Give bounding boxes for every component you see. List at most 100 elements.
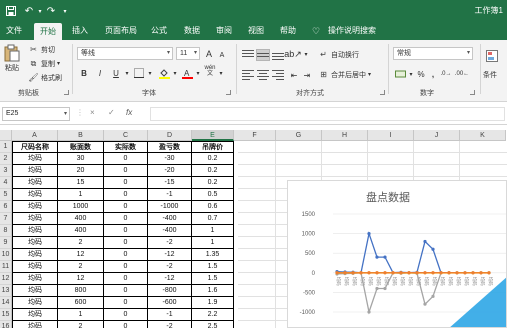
decrease-decimal-icon[interactable]: .00←: [455, 68, 469, 80]
table-cell[interactable]: 0: [104, 153, 148, 165]
table-cell[interactable]: 均码: [12, 285, 58, 297]
table-cell[interactable]: -2: [148, 237, 192, 249]
row-header-2[interactable]: 2: [0, 153, 12, 165]
comma-style-button[interactable]: ,: [427, 68, 439, 80]
customize-quick-access-icon[interactable]: ▾: [58, 4, 72, 18]
tab-review[interactable]: 审阅: [210, 22, 238, 40]
formula-input[interactable]: [150, 107, 505, 121]
wrap-text-button[interactable]: ↵ 自动换行: [318, 49, 359, 60]
select-all-corner[interactable]: [0, 130, 12, 141]
table-cell[interactable]: 0.2: [192, 153, 234, 165]
row-header-6[interactable]: 6: [0, 201, 12, 213]
table-cell[interactable]: -400: [148, 225, 192, 237]
table-cell[interactable]: -12: [148, 249, 192, 261]
row-header-15[interactable]: 15: [0, 309, 12, 321]
column-header-b[interactable]: B: [58, 130, 104, 141]
table-cell[interactable]: 均码: [12, 309, 58, 321]
row-header-11[interactable]: 11: [0, 261, 12, 273]
table-cell[interactable]: 0: [104, 225, 148, 237]
column-title-cell[interactable]: 盈亏数: [148, 141, 192, 153]
fill-color-dropdown-icon[interactable]: ▾: [169, 67, 181, 79]
table-cell[interactable]: 0.5: [192, 189, 234, 201]
enter-icon[interactable]: ✓: [108, 108, 115, 117]
column-title-cell[interactable]: 吊牌价: [192, 141, 234, 153]
row-header-16[interactable]: 16: [0, 321, 12, 328]
tab-view[interactable]: 视图: [242, 22, 270, 40]
clipboard-launcher-icon[interactable]: [64, 90, 69, 95]
increase-decimal-icon[interactable]: .0→: [440, 68, 452, 80]
increase-font-size-button[interactable]: A: [203, 48, 215, 60]
tab-home[interactable]: 开始: [34, 23, 62, 40]
table-cell[interactable]: 800: [58, 285, 104, 297]
row-header-13[interactable]: 13: [0, 285, 12, 297]
orientation-dropdown-icon[interactable]: ▾: [300, 48, 312, 60]
table-cell[interactable]: 400: [58, 225, 104, 237]
align-left-icon[interactable]: [242, 70, 254, 80]
row-header-3[interactable]: 3: [0, 165, 12, 177]
tab-help[interactable]: 帮助: [274, 22, 302, 40]
table-cell[interactable]: 0.6: [192, 201, 234, 213]
save-icon[interactable]: [4, 4, 18, 18]
borders-dropdown-icon[interactable]: ▾: [144, 67, 156, 79]
table-cell[interactable]: 1: [58, 309, 104, 321]
orientation-icon[interactable]: ab↗: [284, 48, 302, 60]
table-cell[interactable]: 2: [58, 237, 104, 249]
table-cell[interactable]: 0: [104, 165, 148, 177]
cancel-icon[interactable]: ×: [90, 108, 95, 117]
percent-button[interactable]: %: [415, 68, 427, 80]
column-header-c[interactable]: C: [104, 130, 148, 141]
table-cell[interactable]: 0: [104, 309, 148, 321]
table-cell[interactable]: 1: [192, 225, 234, 237]
row-header-9[interactable]: 9: [0, 237, 12, 249]
table-cell[interactable]: 0.2: [192, 177, 234, 189]
row-header-5[interactable]: 5: [0, 189, 12, 201]
row-header-14[interactable]: 14: [0, 297, 12, 309]
table-cell[interactable]: 0: [104, 177, 148, 189]
table-cell[interactable]: 0: [104, 297, 148, 309]
tab-file[interactable]: 文件: [0, 22, 28, 40]
row-header-7[interactable]: 7: [0, 213, 12, 225]
table-cell[interactable]: 12: [58, 249, 104, 261]
line-chart[interactable]: 盘点数据 1500 1000 500 0 -500 -1000 均码 均码 均码 均码 均码 均码 均码…: [287, 180, 507, 328]
table-cell[interactable]: 均码: [12, 165, 58, 177]
tell-me-search[interactable]: 操作说明搜索: [324, 22, 380, 40]
table-cell[interactable]: 0: [104, 201, 148, 213]
row-header-10[interactable]: 10: [0, 249, 12, 261]
table-cell[interactable]: -2: [148, 261, 192, 273]
align-center-icon[interactable]: [257, 70, 269, 80]
column-header-d[interactable]: D: [148, 130, 192, 141]
table-cell[interactable]: 均码: [12, 225, 58, 237]
table-cell[interactable]: 2: [58, 261, 104, 273]
table-cell[interactable]: 1: [58, 189, 104, 201]
column-title-cell[interactable]: 尺码名称: [12, 141, 58, 153]
format-painter-button[interactable]: 🖌 格式刷: [28, 72, 62, 83]
font-launcher-icon[interactable]: [226, 90, 231, 95]
table-cell[interactable]: 均码: [12, 237, 58, 249]
table-cell[interactable]: 400: [58, 213, 104, 225]
name-box[interactable]: E25 ▾: [2, 107, 70, 121]
copy-dropdown-icon[interactable]: ▾: [57, 60, 60, 67]
redo-icon[interactable]: ↷: [44, 4, 58, 18]
table-cell[interactable]: -12: [148, 273, 192, 285]
table-cell[interactable]: 1000: [58, 201, 104, 213]
table-cell[interactable]: 0: [104, 189, 148, 201]
table-cell[interactable]: 0: [104, 321, 148, 328]
tab-formulas[interactable]: 公式: [145, 22, 173, 40]
table-cell[interactable]: 12: [58, 273, 104, 285]
top-align-icon[interactable]: [242, 50, 254, 60]
table-cell[interactable]: 0: [104, 249, 148, 261]
row-header-12[interactable]: 12: [0, 273, 12, 285]
table-cell[interactable]: 均码: [12, 297, 58, 309]
table-cell[interactable]: -2: [148, 321, 192, 328]
column-header-f[interactable]: F: [234, 130, 276, 141]
table-cell[interactable]: 0: [104, 285, 148, 297]
increase-indent-icon[interactable]: ⇥: [301, 69, 313, 81]
tab-insert[interactable]: 插入: [66, 22, 94, 40]
column-header-e[interactable]: E: [192, 130, 234, 141]
table-cell[interactable]: 均码: [12, 189, 58, 201]
tab-data[interactable]: 数据: [178, 22, 206, 40]
table-cell[interactable]: -1: [148, 189, 192, 201]
number-format-select[interactable]: 常规 ▾: [393, 47, 473, 60]
table-cell[interactable]: -800: [148, 285, 192, 297]
table-cell[interactable]: 30: [58, 153, 104, 165]
